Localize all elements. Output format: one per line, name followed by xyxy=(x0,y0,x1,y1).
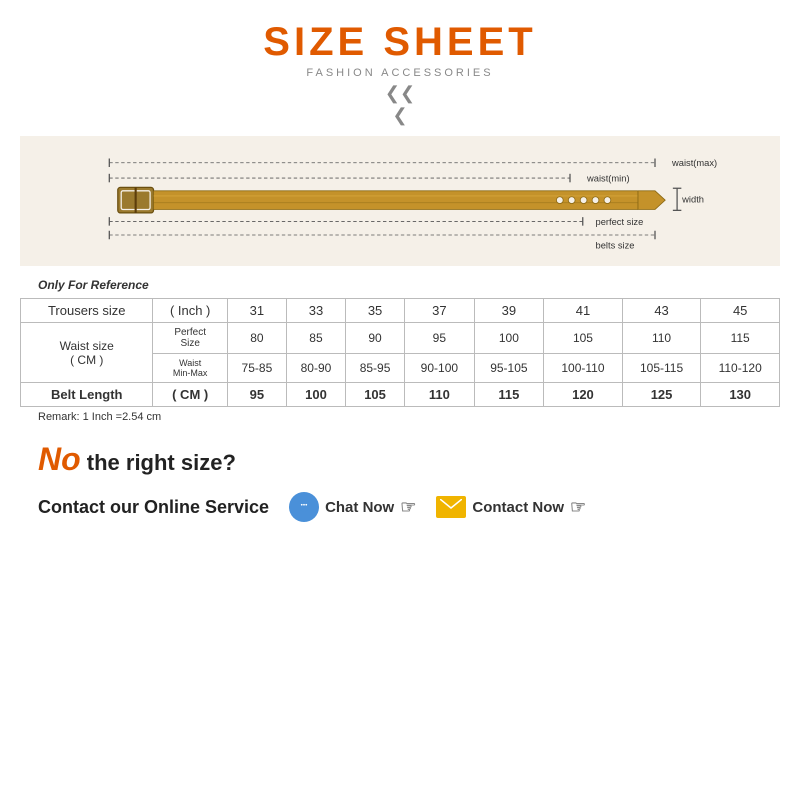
ps-80: 80 xyxy=(227,323,286,354)
ps-110: 110 xyxy=(622,323,701,354)
wm-80: 80-90 xyxy=(286,354,345,383)
bl-95: 95 xyxy=(227,383,286,407)
no-size-section: No the right size? xyxy=(38,441,236,478)
hand-icon-chat: ☞ xyxy=(400,497,416,518)
size-41: 41 xyxy=(544,299,623,323)
remark-text: Remark: 1 Inch =2.54 cm xyxy=(38,411,161,423)
ps-115: 115 xyxy=(701,323,780,354)
reference-note: Only For Reference xyxy=(38,278,149,292)
size-43: 43 xyxy=(622,299,701,323)
belt-length-label: Belt Length xyxy=(21,383,153,407)
svg-text:perfect size: perfect size xyxy=(595,217,643,227)
bl-105: 105 xyxy=(346,383,405,407)
perfect-size-subheader: PerfectSize xyxy=(153,323,227,354)
chat-now-button[interactable]: Chat Now ☞ xyxy=(289,492,416,522)
size-33: 33 xyxy=(286,299,345,323)
size-39: 39 xyxy=(474,299,544,323)
waist-size-label: Waist size( CM ) xyxy=(21,323,153,383)
svg-text:waist(max): waist(max) xyxy=(671,158,717,168)
no-text: No xyxy=(38,441,81,477)
wm-75: 75-85 xyxy=(227,354,286,383)
perfect-size-row: Waist size( CM ) PerfectSize 80 85 90 95… xyxy=(21,323,780,354)
size-35: 35 xyxy=(346,299,405,323)
trousers-row: Trousers size ( Inch ) 31 33 35 37 39 41… xyxy=(21,299,780,323)
wm-95: 95-105 xyxy=(474,354,544,383)
wm-110: 110-120 xyxy=(701,354,780,383)
ps-100: 100 xyxy=(474,323,544,354)
contact-now-label: Contact Now xyxy=(472,499,564,516)
trousers-size-label: Trousers size xyxy=(21,299,153,323)
ps-85: 85 xyxy=(286,323,345,354)
right-size-text: the right size? xyxy=(81,450,236,475)
wm-100: 100-110 xyxy=(544,354,623,383)
wm-105: 105-115 xyxy=(622,354,701,383)
ps-95: 95 xyxy=(405,323,475,354)
bl-100: 100 xyxy=(286,383,345,407)
chat-now-label: Chat Now xyxy=(325,499,394,516)
size-45: 45 xyxy=(701,299,780,323)
svg-text:width: width xyxy=(681,195,704,205)
belt-cm-label: ( CM ) xyxy=(153,383,227,407)
wm-90: 90-100 xyxy=(405,354,475,383)
svg-text:waist(min): waist(min) xyxy=(586,174,630,184)
inch-label: ( Inch ) xyxy=(153,299,227,323)
chat-icon xyxy=(289,492,319,522)
belt-diagram: waist(max) waist(min) xyxy=(20,136,780,266)
waist-minmax-subheader: WaistMin-Max xyxy=(153,354,227,383)
envelope-icon xyxy=(436,496,466,518)
page-title: SIZE SHEET xyxy=(263,20,536,65)
wm-85: 85-95 xyxy=(346,354,405,383)
contact-section: Contact our Online Service Chat Now ☞ xyxy=(38,492,586,522)
size-table: Trousers size ( Inch ) 31 33 35 37 39 41… xyxy=(20,298,780,407)
ps-90: 90 xyxy=(346,323,405,354)
bl-115: 115 xyxy=(474,383,544,407)
bl-110: 110 xyxy=(405,383,475,407)
svg-text:belts size: belts size xyxy=(595,241,634,251)
bl-120: 120 xyxy=(544,383,623,407)
size-37: 37 xyxy=(405,299,475,323)
chevron-icon: ❮❮❮ xyxy=(385,83,415,126)
page-subtitle: FASHION ACCESSORIES xyxy=(306,67,493,79)
main-container: SIZE SHEET FASHION ACCESSORIES ❮❮❮ waist… xyxy=(0,0,800,800)
bl-130: 130 xyxy=(701,383,780,407)
size-31: 31 xyxy=(227,299,286,323)
bl-125: 125 xyxy=(622,383,701,407)
ps-105: 105 xyxy=(544,323,623,354)
contact-now-button[interactable]: Contact Now ☞ xyxy=(436,496,586,518)
hand-icon-contact: ☞ xyxy=(570,497,586,518)
contact-label: Contact our Online Service xyxy=(38,497,269,518)
belt-length-row: Belt Length ( CM ) 95 100 105 110 115 12… xyxy=(21,383,780,407)
